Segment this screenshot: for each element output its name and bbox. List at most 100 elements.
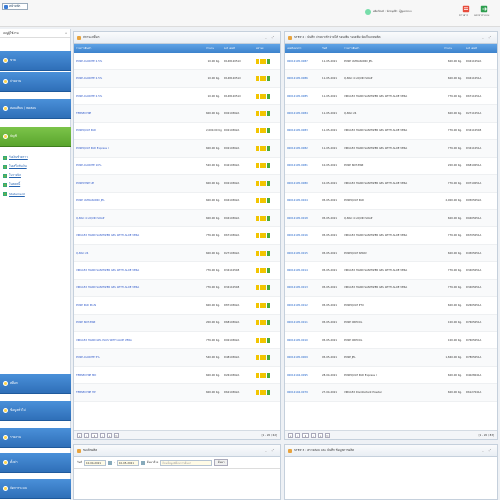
panel-controls[interactable]: _ ⤢ <box>482 35 493 39</box>
table-row[interactable]: TEBSECYNE 600.00 Kg. D0210362A <box>74 105 280 123</box>
table-row[interactable]: POSE-CLORITE 2.5% 10.00 Kg. D14812051C <box>74 88 280 106</box>
first-page-button[interactable]: « <box>77 432 82 438</box>
prev-page-button[interactable]: ‹ <box>295 432 300 438</box>
product-name[interactable]: TEBSECYNE MD <box>74 374 204 377</box>
product-name[interactable]: POSE NOT-ENZ <box>74 321 204 324</box>
doc-number[interactable]: 00012105-0018 <box>285 217 320 220</box>
table-row[interactable]: 00012105-0024 05-05-2021 POSEQUAT PAD 2,000… <box>285 193 497 210</box>
table-row[interactable]: POSE-CLORITE 10% 520.00 Kg. D4210362A <box>74 158 280 176</box>
search-button[interactable]: ค้นหา <box>214 459 229 466</box>
doc-number[interactable]: 00012105-0013 <box>285 286 320 289</box>
sublink-statement[interactable]: Statement <box>3 189 69 198</box>
table-row[interactable]: 00012105-0084 11-05-2021 Q-BAC 24 600.00 Kg… <box>285 105 497 123</box>
last-page-button[interactable]: » <box>318 432 323 438</box>
product-name[interactable]: POSE-CLORITE 2.5% <box>74 77 204 80</box>
nav-admin[interactable]: จัดการระบบ <box>0 479 71 499</box>
table-row[interactable]: 00012105-0009 05-05-2021 POSE JEL 1,840.00 … <box>285 349 497 367</box>
collapse-icon[interactable]: « <box>65 31 67 35</box>
table-row[interactable]: 00012105-0085 11-05-2021 VIRULEX HAND SANI… <box>285 88 497 106</box>
table-row[interactable]: 00012105-0080 10-05-2021 VIRULEX HAND SANI… <box>285 175 497 193</box>
table-row[interactable]: POSE ULTRASONIC JEL 600.00 Kg. D0410362A <box>74 193 280 210</box>
product-name[interactable]: POSE-CLORITE 2.5% <box>74 95 204 98</box>
table-row[interactable]: POSE-CLORITE 2.5% 10.00 Kg. D14812051C <box>74 53 280 71</box>
product-name[interactable]: VIRULEX HAND SANITIZER GEL WITH ALOE VER… <box>74 269 204 272</box>
prev-page-button[interactable]: ‹ <box>84 432 89 438</box>
table-row[interactable]: POSEQUAT PAD Express I 600.00 Kg. D0210362… <box>74 140 280 158</box>
nav-settings[interactable]: ตั้งค่า <box>0 453 71 473</box>
date-from-input[interactable]: 10-04-2021 <box>83 459 106 466</box>
table-row[interactable]: 00012105-0087 11-05-2021 POSE ULTRASONIC J… <box>285 53 497 71</box>
product-name[interactable]: VIRULEX HAND SANITIZER GEL WITH ALOE VER… <box>74 286 204 289</box>
doc-number[interactable]: 00012105-0087 <box>285 60 320 63</box>
col-product[interactable]: รายการสินค้า <box>74 47 204 51</box>
table-row[interactable]: VIRULEX HAND SANITIZER GEL WITH ALOE VER… <box>74 227 280 245</box>
date-to-input[interactable]: 10-05-2021 <box>116 459 139 466</box>
product-name[interactable]: POSE-CLORITE 5% <box>74 356 204 359</box>
panel-controls[interactable]: _ ⤢ <box>265 35 276 39</box>
page-input[interactable]: 1 <box>91 432 98 438</box>
nav-report[interactable]: รายงาน <box>0 428 71 448</box>
col-qty[interactable]: จำนวน <box>204 47 222 51</box>
refresh-button[interactable]: ↻ <box>114 432 119 438</box>
doc-number[interactable]: 00012105-0024 <box>285 199 320 202</box>
product-name[interactable]: Q-BAC 24 <box>74 252 204 255</box>
table-row[interactable]: POSE-CLORITE 2.5% 10.00 Kg. D14812051C <box>74 70 280 88</box>
doc-number[interactable]: 00012105-0014 <box>285 269 320 272</box>
sublink-receipt[interactable]: ใบเสร็จรับเงิน <box>3 162 69 171</box>
table-row[interactable]: POSEQUAT PAD 2,000.00 Kg. D0210362A <box>74 123 280 141</box>
table-row[interactable]: 00012105-0082 11-05-2021 VIRULEX HAND SANI… <box>285 140 497 158</box>
search-input[interactable]: ป้อนข้อมูลที่ต้องการค้นหา <box>160 459 213 466</box>
doc-number[interactable]: 00012104-0079 <box>285 391 320 394</box>
doc-number[interactable]: 00012105-0011 <box>285 321 320 324</box>
table-row[interactable]: TEBSECYNE HP 600.00 Kg. D6210362A <box>74 384 280 402</box>
nav-calibrate[interactable]: สอบเทียบ / ทดสอบ <box>0 99 71 119</box>
nav-accounting[interactable]: บัญชี <box>0 127 71 147</box>
doc-number[interactable]: 00012104-0095 <box>285 374 320 377</box>
doc-number[interactable]: 00012105-0015 <box>285 252 320 255</box>
table-row[interactable]: 00012105-0083 11-05-2021 VIRULEX HAND SANI… <box>285 123 497 141</box>
table-row[interactable]: 00012105-0014 05-05-2021 VIRULEX HAND SANI… <box>285 262 497 280</box>
product-name[interactable]: POSEXYNE UP <box>74 182 204 185</box>
product-name[interactable]: POSEQUAT PAD <box>74 129 204 132</box>
table-row[interactable]: 00012104-0095 28-04-2021 POSEQUAT PAD Expr… <box>285 367 497 385</box>
doc-number[interactable]: 00012105-0016 <box>285 234 320 237</box>
calendar-icon[interactable] <box>107 460 112 465</box>
last-page-button[interactable]: » <box>107 432 112 438</box>
nav-stock[interactable]: สต็อก <box>0 374 71 394</box>
doc-number[interactable]: 00012105-0083 <box>285 129 320 132</box>
col-qty[interactable]: จำนวน <box>442 47 464 51</box>
table-row[interactable]: VIRULEX HAND SANITIZER GEL WITH ALOE VER… <box>74 262 280 280</box>
product-name[interactable]: TEBSECYNE <box>74 112 204 115</box>
product-name[interactable]: POSE-CLORITE 10% <box>74 164 204 167</box>
home-button[interactable]: หน้าหลัก <box>2 3 28 10</box>
table-row[interactable]: POSE NOT-ENZ 200.00 Kg. D6810362A <box>74 314 280 332</box>
table-row[interactable]: VIRULEX HAND SANITIZER GEL WITH ALOE VER… <box>74 279 280 298</box>
nav-assign[interactable]: จ่ายงาน <box>0 72 71 92</box>
table-row[interactable]: 00012105-0010 05-05-2021 POSE CRECOL 100.00… <box>285 332 497 350</box>
col-lot[interactable]: Lot เลขที่ <box>222 47 254 51</box>
table-row[interactable]: 00012105-0011 05-05-2021 POSE CRECOL 100.00… <box>285 314 497 332</box>
news-icon[interactable] <box>462 5 470 13</box>
doc-number[interactable]: 00012105-0080 <box>285 182 320 185</box>
product-name[interactable]: POSE-CLORITE 2.5% <box>74 60 204 63</box>
next-page-button[interactable]: › <box>100 432 105 438</box>
sublink-billing[interactable]: ใบวางบิล <box>3 171 69 180</box>
table-row[interactable]: TEBSECYNE MD 600.00 Kg. D2610362A <box>74 367 280 385</box>
table-row[interactable]: POSEXYNE UP 600.00 Kg. D0210362A <box>74 175 280 193</box>
nav-sales[interactable]: ขาย <box>0 51 71 71</box>
table-row[interactable]: VIRULEX HAND GEL PLUS WITH ALOE VERA 776.… <box>74 332 280 350</box>
table-row[interactable]: 00012105-0013 05-05-2021 VIRULEX HAND SANI… <box>285 279 497 298</box>
table-row[interactable]: POSE PAD PLUS 600.00 Kg. D8710362A <box>74 297 280 315</box>
doc-number[interactable]: 00012105-0081 <box>285 164 320 167</box>
table-row[interactable]: 00012104-0079 27-04-2021 VIRULEX Disinfect… <box>285 384 497 402</box>
doc-number[interactable]: 00012105-0086 <box>285 77 320 80</box>
col-status[interactable]: สถานะ <box>254 47 280 51</box>
sublink-temp-receipt[interactable]: รับเงินชั่วคราว <box>3 153 69 162</box>
next-page-button[interactable]: › <box>311 432 316 438</box>
page-input[interactable]: 1 <box>302 432 309 438</box>
calendar-icon[interactable] <box>140 460 145 465</box>
doc-number[interactable]: 00012105-0009 <box>285 356 320 359</box>
nav-general[interactable]: ข้อมูลทั่วไป <box>0 401 71 421</box>
table-row[interactable]: POSE-CLORITE 5% 540.00 Kg. D4810362A <box>74 349 280 367</box>
table-row[interactable]: 00012105-0016 05-05-2021 VIRULEX HAND SANI… <box>285 227 497 245</box>
